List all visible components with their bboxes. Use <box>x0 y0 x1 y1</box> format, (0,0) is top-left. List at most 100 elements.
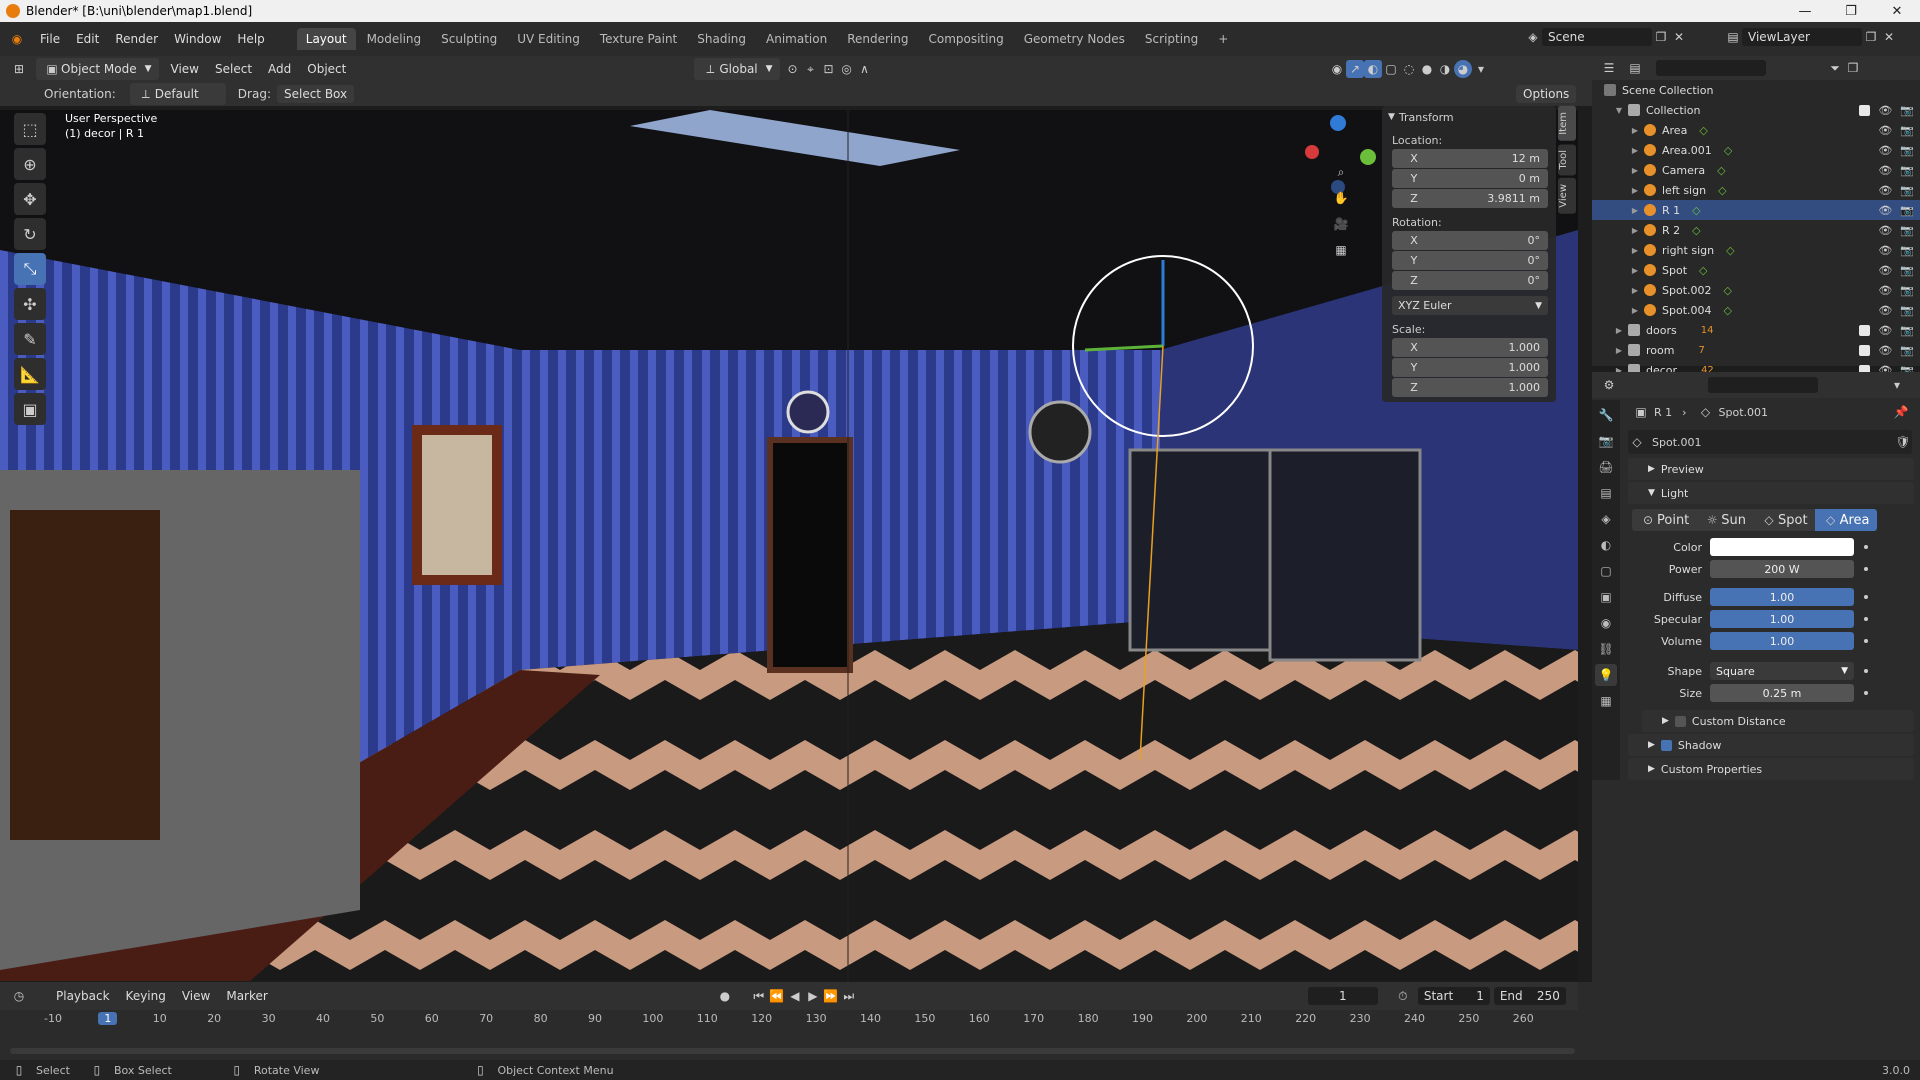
expand-icon[interactable]: ▶ <box>1630 246 1640 255</box>
camera-icon[interactable]: 📷 <box>1900 344 1914 357</box>
light-data-icon[interactable]: ◇ <box>1724 304 1732 317</box>
menu-window[interactable]: Window <box>166 32 229 46</box>
new-collection-icon[interactable]: ❐ <box>1844 59 1862 77</box>
menu-render[interactable]: Render <box>107 32 166 46</box>
proportional-edit-icon[interactable]: ◎ <box>838 60 856 78</box>
tab-animation[interactable]: Animation <box>757 28 836 50</box>
outliner-object-row[interactable]: ▶ Spot ◇ 👁 📷 <box>1592 260 1920 280</box>
stopwatch-icon[interactable]: ⏱ <box>1394 987 1412 1005</box>
close-window-button[interactable]: ✕ <box>1874 0 1920 22</box>
cursor-tool-icon[interactable]: ⊕ <box>14 148 46 180</box>
exclude-checkbox[interactable] <box>1859 344 1871 356</box>
menu-file[interactable]: File <box>32 32 68 46</box>
pin-icon[interactable]: 📌 <box>1892 403 1910 421</box>
tab-compositing[interactable]: Compositing <box>919 28 1012 50</box>
physics-tab-icon[interactable]: ◉ <box>1595 612 1617 634</box>
datablock-selector[interactable]: ◇ Spot.001 🛡 <box>1628 430 1912 454</box>
size-field[interactable]: 0.25 m <box>1710 684 1854 702</box>
scale-z-field[interactable]: Z 1.000 <box>1392 378 1548 397</box>
outliner-object-row[interactable]: ▶ Area.001 ◇ 👁 📷 <box>1592 140 1920 160</box>
preview-section[interactable]: ▶ Preview <box>1628 458 1914 480</box>
editor-type-icon[interactable]: ⚙ <box>1600 376 1618 394</box>
eye-icon[interactable]: 👁 <box>1878 164 1892 177</box>
material-shading-icon[interactable]: ◑ <box>1436 60 1454 78</box>
outliner-search-input[interactable] <box>1656 60 1766 76</box>
expand-icon[interactable]: ▶ <box>1630 286 1640 295</box>
overlay-toggle-icon[interactable]: ◐ <box>1364 60 1382 78</box>
expand-icon[interactable]: ▶ <box>1630 226 1640 235</box>
orientation-dropdown[interactable]: ⟂ Default <box>129 83 226 105</box>
exclude-checkbox[interactable] <box>1859 324 1871 336</box>
collection-row[interactable]: ▼ Collection 👁 📷 <box>1592 100 1920 120</box>
light-data-icon[interactable]: ◇ <box>1699 264 1707 277</box>
prev-keyframe-icon[interactable]: ⏪ <box>768 987 786 1005</box>
eye-icon[interactable]: 👁 <box>1878 144 1892 157</box>
sidebar-tab-item[interactable]: Item <box>1558 106 1576 141</box>
tab-geometry-nodes[interactable]: Geometry Nodes <box>1015 28 1134 50</box>
eye-icon[interactable]: 👁 <box>1878 184 1892 197</box>
rotation-z-field[interactable]: Z 0° <box>1392 271 1548 290</box>
minimize-button[interactable]: — <box>1782 0 1828 22</box>
mode-dropdown[interactable]: ▣ Object Mode ▼ <box>36 58 159 80</box>
expand-icon[interactable]: ▼ <box>1614 106 1624 115</box>
expand-icon[interactable]: ▶ <box>1614 346 1624 355</box>
expand-icon[interactable]: ▶ <box>1630 206 1640 215</box>
tab-rendering[interactable]: Rendering <box>838 28 917 50</box>
location-x-field[interactable]: X 12 m <box>1392 149 1548 168</box>
perspective-toggle-icon[interactable]: ▦ <box>1332 241 1350 259</box>
world-tab-icon[interactable]: ◐ <box>1595 534 1617 556</box>
keyframe-dot-icon[interactable] <box>1864 669 1868 673</box>
chevron-down-icon[interactable]: ▾ <box>1888 376 1906 394</box>
rotation-x-field[interactable]: X 0° <box>1392 231 1548 250</box>
transform-orientation-dropdown[interactable]: ⟂ Global ▼ <box>694 58 780 80</box>
eye-icon[interactable]: 👁 <box>1878 204 1892 217</box>
filter-icon[interactable]: ⏷ <box>1826 59 1844 77</box>
light-data-icon[interactable]: ◇ <box>1724 284 1732 297</box>
scale-tool-icon[interactable]: ⤡ <box>14 253 46 285</box>
rendered-shading-icon[interactable]: ◕ <box>1454 60 1472 78</box>
tab-shading[interactable]: Shading <box>688 28 755 50</box>
keyframe-dot-icon[interactable] <box>1864 595 1868 599</box>
end-frame-field[interactable]: End 250 <box>1493 987 1566 1005</box>
outliner-object-row[interactable]: ▶ Spot.004 ◇ 👁 📷 <box>1592 300 1920 320</box>
jump-start-icon[interactable]: ⏮ <box>750 987 768 1005</box>
specular-field[interactable]: 1.00 <box>1710 610 1854 628</box>
annotate-tool-icon[interactable]: ✎ <box>14 323 46 355</box>
location-z-field[interactable]: Z 3.9811 m <box>1392 189 1548 208</box>
color-swatch[interactable] <box>1710 538 1854 556</box>
view-layer-selector[interactable]: ▤ ViewLayer ❐ ✕ <box>1724 28 1898 46</box>
viewport-menu-select[interactable]: Select <box>207 62 260 76</box>
new-scene-icon[interactable]: ❐ <box>1652 28 1670 46</box>
outliner-collection-row[interactable]: ▶ room 7 👁 📷 <box>1592 340 1920 360</box>
eye-icon[interactable]: 👁 <box>1878 304 1892 317</box>
drag-dropdown[interactable]: Select Box <box>276 85 355 103</box>
start-frame-field[interactable]: Start 1 <box>1417 987 1490 1005</box>
transform-panel-header[interactable]: ▼ Transform <box>1382 106 1556 128</box>
tab-uv-editing[interactable]: UV Editing <box>508 28 589 50</box>
texture-tab-icon[interactable]: ▦ <box>1595 690 1617 712</box>
scale-y-field[interactable]: Y 1.000 <box>1392 358 1548 377</box>
tab-scripting[interactable]: Scripting <box>1136 28 1207 50</box>
menu-help[interactable]: Help <box>229 32 272 46</box>
eye-icon[interactable]: 👁 <box>1878 324 1892 337</box>
keyframe-dot-icon[interactable] <box>1864 691 1868 695</box>
camera-icon[interactable]: 📷 <box>1900 144 1914 157</box>
pan-hand-icon[interactable]: ✋ <box>1332 189 1350 207</box>
sidebar-tab-tool[interactable]: Tool <box>1558 143 1576 176</box>
eye-icon[interactable]: 👁 <box>1878 124 1892 137</box>
expand-icon[interactable]: ▶ <box>1614 326 1624 335</box>
camera-icon[interactable]: 📷 <box>1900 124 1914 137</box>
editor-type-icon[interactable]: ◷ <box>10 987 28 1005</box>
eye-icon[interactable]: 👁 <box>1878 344 1892 357</box>
shape-dropdown[interactable]: Square ▼ <box>1710 662 1854 680</box>
diffuse-field[interactable]: 1.00 <box>1710 588 1854 606</box>
visibility-icon[interactable]: ◉ <box>1328 60 1346 78</box>
camera-icon[interactable]: 📷 <box>1900 204 1914 217</box>
light-data-icon[interactable]: ◇ <box>1724 144 1732 157</box>
tab-sculpting[interactable]: Sculpting <box>432 28 506 50</box>
light-section[interactable]: ▼ Light <box>1628 482 1914 504</box>
solid-shading-icon[interactable]: ● <box>1418 60 1436 78</box>
light-type-point[interactable]: ⊙ Point <box>1632 509 1697 531</box>
custom-distance-checkbox[interactable] <box>1674 715 1686 727</box>
light-type-sun[interactable]: ☼ Sun <box>1696 509 1754 531</box>
